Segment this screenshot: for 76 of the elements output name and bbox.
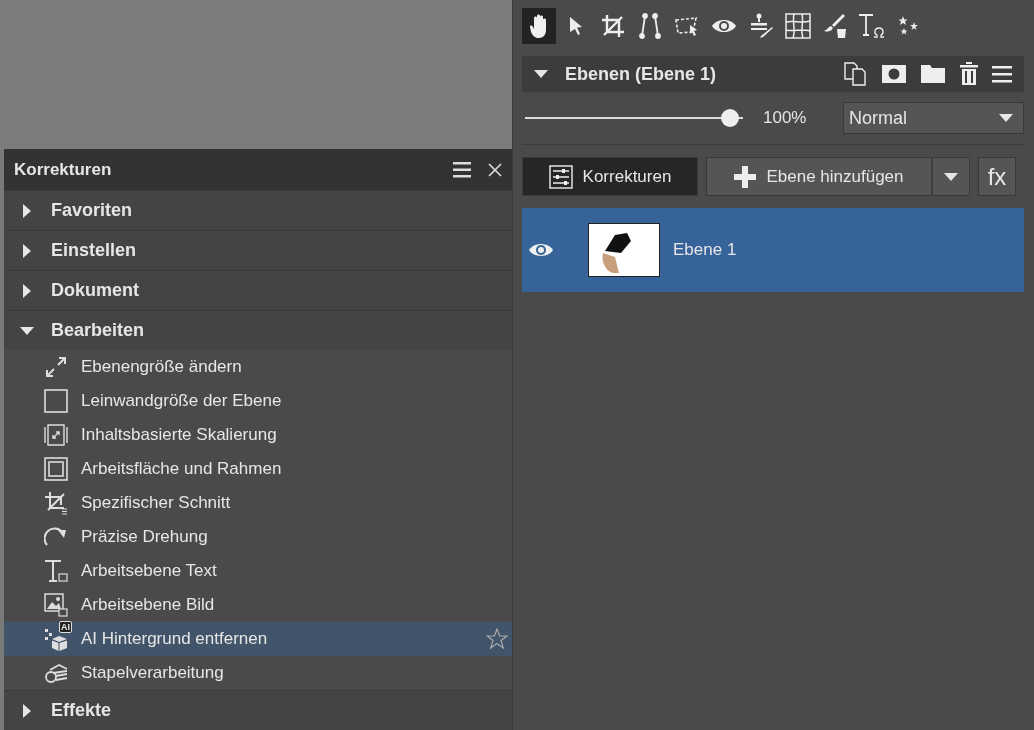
hand-tool-button[interactable] (522, 8, 556, 44)
plus-icon (734, 165, 757, 188)
item-label: Spezifischer Schnitt (81, 493, 232, 513)
layer-row[interactable]: Ebene 1 (522, 208, 1024, 292)
crop-icon (601, 14, 625, 38)
folder-icon[interactable] (920, 64, 946, 84)
stamp-icon (748, 13, 774, 39)
dropdown-caret-icon (999, 114, 1013, 122)
panel-title: Korrekturen (14, 159, 113, 180)
close-icon[interactable] (488, 162, 502, 177)
stack-icon (44, 661, 68, 685)
scale-frame-icon (44, 423, 68, 447)
item-label: Inhaltsbasierte Skalierung (81, 425, 278, 445)
layer-thumbnail (589, 224, 659, 276)
correction-item[interactable]: Arbeitsebene Text (4, 554, 512, 588)
opacity-slider[interactable] (525, 109, 743, 127)
image-layer-icon (44, 593, 68, 617)
expand-caret-icon (23, 203, 31, 218)
item-label: Ebenengröße ändern (81, 357, 243, 377)
item-label: Stapelverarbeitung (81, 663, 225, 683)
dashed-selection-icon (674, 15, 700, 37)
text-icon (858, 13, 886, 39)
panel-title: Ebenen (Ebene 1) (565, 63, 717, 85)
add-layer-button[interactable]: Ebene hinzufügen (706, 157, 932, 196)
diagonal-arrows-icon (44, 355, 68, 379)
collapse-caret-icon (20, 326, 34, 335)
effects-button[interactable]: fx (978, 157, 1016, 196)
opacity-value: 100% (763, 108, 808, 128)
stars-icon (898, 15, 920, 37)
correction-item[interactable]: Ebenengröße ändern (4, 350, 512, 384)
frame-icon (44, 457, 68, 481)
correction-item[interactable]: Präzise Drehung (4, 520, 512, 554)
text-layer-icon (44, 559, 68, 583)
correction-item[interactable]: Spezifischer Schnitt (4, 486, 512, 520)
slider-thumb[interactable] (721, 109, 739, 127)
corrections-button[interactable]: Korrekturen (522, 157, 698, 196)
duplicate-icon[interactable] (844, 62, 868, 86)
item-label: AI Hintergrund entfernen (81, 629, 269, 649)
menu-icon[interactable] (452, 160, 472, 179)
correction-item[interactable]: Arbeitsebene Bild (4, 588, 512, 622)
crop-icon (44, 491, 68, 515)
correction-item[interactable]: Arbeitsfläche und Rahmen (4, 452, 512, 486)
category-header[interactable]: Favoriten (4, 190, 512, 230)
expand-caret-icon (23, 283, 31, 298)
item-label: Arbeitsebene Bild (81, 595, 216, 615)
correction-item[interactable]: Leinwandgröße der Ebene (4, 384, 512, 418)
correction-item[interactable]: AI AI Hintergrund entfernen (4, 622, 512, 656)
favorite-star-icon[interactable] (486, 628, 508, 650)
layer-name: Ebene 1 (673, 240, 737, 260)
correction-item[interactable]: Inhaltsbasierte Skalierung (4, 418, 512, 452)
sliders-icon (548, 164, 573, 189)
dropdown-caret-icon (944, 172, 958, 181)
menu-icon[interactable] (992, 64, 1012, 84)
ai-badge: AI (59, 621, 72, 633)
collapse-caret-icon[interactable] (534, 70, 548, 78)
item-label: Arbeitsebene Text (81, 561, 218, 581)
item-label: Präzise Drehung (81, 527, 209, 547)
grid-icon (785, 13, 811, 39)
trash-icon[interactable] (959, 62, 979, 86)
blend-mode-dropdown[interactable]: Normal (843, 102, 1024, 134)
add-layer-menu-button[interactable] (932, 157, 970, 196)
category-header[interactable]: Dokument (4, 270, 512, 310)
item-label: Leinwandgröße der Ebene (81, 391, 283, 411)
eye-icon (711, 17, 737, 35)
line-handles-icon (638, 13, 662, 39)
square-icon (44, 389, 68, 413)
eye-icon[interactable] (528, 241, 554, 259)
category-header[interactable]: Effekte (4, 690, 512, 730)
category-header[interactable]: Einstellen (4, 230, 512, 270)
mask-icon[interactable] (881, 64, 907, 84)
category-header[interactable]: Bearbeiten (4, 310, 512, 350)
correction-item[interactable]: Stapelverarbeitung (4, 656, 512, 690)
expand-caret-icon (23, 243, 31, 258)
expand-caret-icon (23, 703, 31, 718)
item-label: Arbeitsfläche und Rahmen (81, 459, 283, 479)
brush-icon (822, 13, 848, 39)
